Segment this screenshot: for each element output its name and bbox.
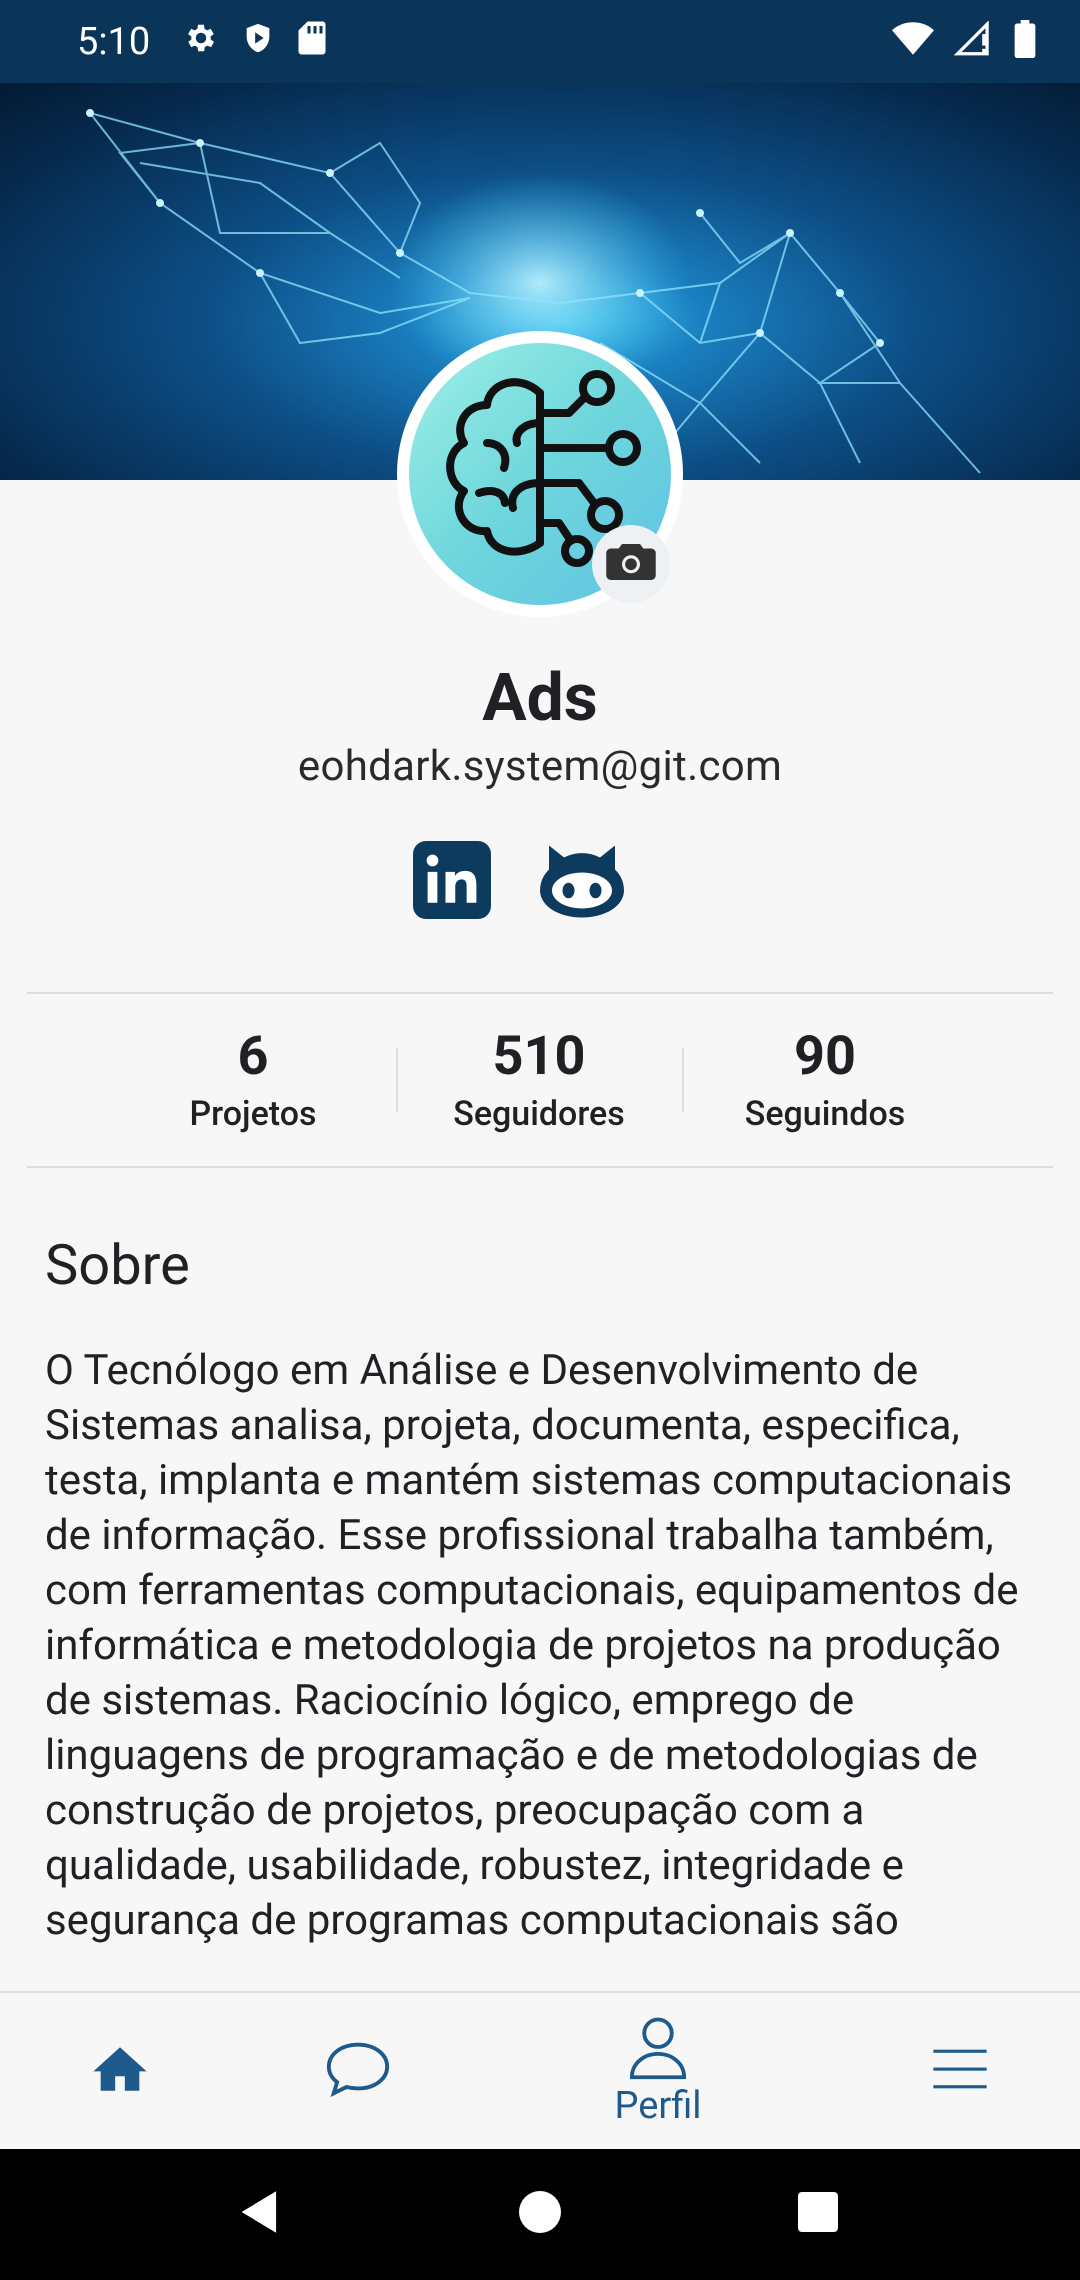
gear-icon [183,20,219,60]
linkedin-icon [413,841,491,923]
home-icon [91,2044,149,2098]
system-back-button[interactable] [220,2147,300,2280]
bottom-navigation: Perfil [0,1991,1080,2149]
about-title: Sobre [45,1232,190,1298]
about-section: O Tecnólogo em Análise e Desenvolvimento… [45,1343,1045,1991]
linkedin-button[interactable] [412,841,492,923]
home-circle-icon [519,2190,561,2237]
nav-chat[interactable] [298,1993,418,2149]
change-photo-button[interactable] [592,525,670,603]
divider [27,1166,1053,1168]
status-time: 5:10 [77,20,151,64]
stat-followers[interactable]: 510 Seguidores [396,1000,682,1134]
system-recents-button[interactable] [778,2147,858,2280]
chat-bubble-icon [324,2039,392,2103]
stat-following[interactable]: 90 Seguindos [682,1000,968,1134]
stat-value: 510 [492,1025,586,1088]
stat-value: 90 [794,1025,856,1088]
recents-square-icon [798,2191,838,2236]
about-text: O Tecnólogo em Análise e Desenvolvimento… [45,1346,1019,1945]
camera-icon [604,539,658,589]
status-bar: 5:10 [0,0,1080,83]
github-button[interactable] [540,842,624,922]
nav-profile-label: Perfil [614,2084,702,2128]
battery-icon [1014,20,1036,62]
nav-menu[interactable] [900,1993,1020,2149]
social-links [412,841,624,923]
stat-value: 6 [237,1025,269,1088]
back-triangle-icon [237,2189,283,2239]
profile-email: eohdark.system@git.com [297,742,783,791]
stat-label: Seguindos [744,1094,906,1134]
sd-card-icon [297,20,327,60]
stat-label: Seguidores [453,1094,625,1134]
github-icon [540,842,624,922]
wifi-icon [892,21,934,61]
divider [27,992,1053,994]
stats-row: 6 Projetos 510 Seguidores 90 Seguindos [0,1000,1080,1165]
stat-label: Projetos [189,1094,317,1134]
nav-profile[interactable]: Perfil [598,1993,718,2149]
system-home-button[interactable] [500,2147,580,2280]
hamburger-menu-icon [931,2047,989,2095]
shield-icon [241,20,275,60]
system-navigation-bar [0,2147,1080,2280]
person-icon [625,2014,691,2084]
signal-icon [953,20,994,61]
profile-name: Ads [482,660,598,737]
stat-projects[interactable]: 6 Projetos [110,1000,396,1134]
nav-home[interactable] [60,1993,180,2149]
